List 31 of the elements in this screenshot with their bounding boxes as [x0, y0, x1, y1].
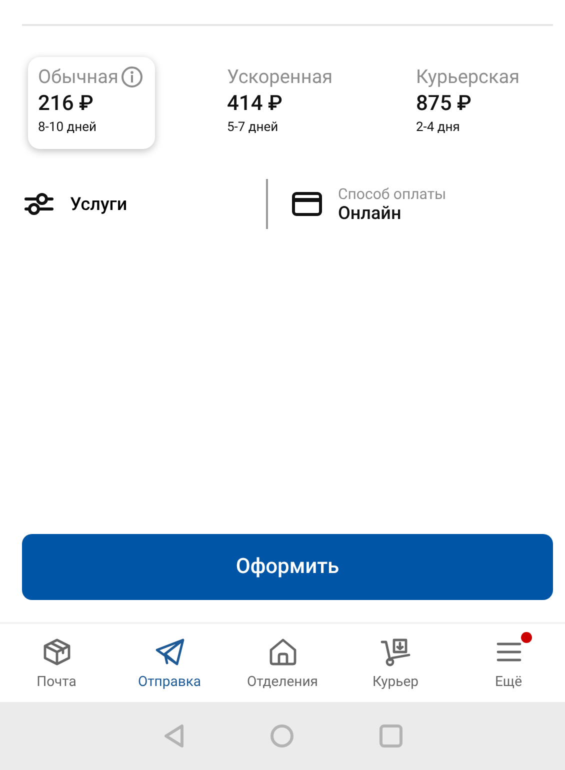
tariff-name: Курьерская	[416, 65, 520, 88]
tariff-name: Ускоренная	[227, 65, 333, 88]
back-icon[interactable]	[162, 724, 184, 748]
tariff-name: Обычная	[38, 65, 118, 88]
recents-icon[interactable]	[378, 724, 402, 748]
nav-item[interactable]: Отправка	[113, 624, 226, 702]
delivery-term: 8-10 дней	[38, 120, 96, 135]
nav-item[interactable]: Курьер	[339, 624, 452, 702]
tariff-card[interactable]: Курьерская 875 ₽ 2-4 дня	[406, 57, 533, 149]
menu-icon	[496, 641, 522, 663]
box-icon	[42, 637, 72, 667]
info-icon[interactable]	[121, 66, 144, 88]
card-icon	[292, 192, 322, 216]
paper-plane-icon	[154, 637, 184, 667]
house-icon	[268, 637, 298, 667]
tariff-price: 875 ₽	[416, 92, 472, 116]
delivery-term: 2-4 дня	[416, 120, 460, 135]
submit-button[interactable]: Оформить	[22, 534, 553, 600]
tariff-card[interactable]: Обычная 216 ₽ 8-10 дней	[28, 57, 155, 149]
nav-item[interactable]: Почта	[0, 624, 113, 702]
tariff-price: 216 ₽	[38, 92, 94, 116]
tariff-price: 414 ₽	[227, 92, 282, 116]
payment-method-button[interactable]: Способ оплаты Онлайн	[292, 184, 446, 224]
nav-item[interactable]: Ещё	[452, 624, 565, 702]
hand-truck-icon	[380, 636, 412, 668]
nav-item[interactable]: Отделения	[226, 624, 339, 702]
delivery-term: 5-7 дней	[227, 120, 278, 135]
home-icon[interactable]	[270, 724, 294, 748]
tariff-card[interactable]: Ускоренная 414 ₽ 5-7 дней	[217, 57, 344, 149]
services-button[interactable]: Услуги	[0, 191, 266, 217]
sliders-icon	[24, 192, 54, 216]
